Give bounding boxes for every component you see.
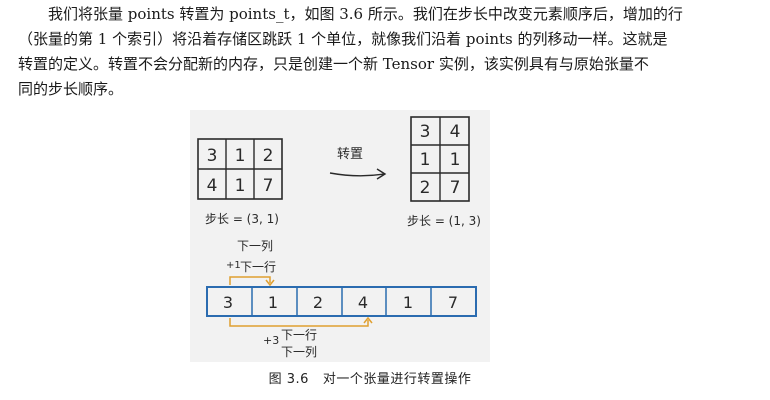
top-jump-line-1: 下一列 xyxy=(237,239,273,253)
storage-cell: 7 xyxy=(448,293,458,312)
original-stride-label: 步长 = (3, 1) xyxy=(205,212,279,226)
figure-caption: 图 3.6 对一个张量进行转置操作 xyxy=(220,368,520,387)
transpose-label: 转置 xyxy=(337,147,363,162)
original-matrix: 3 1 2 4 1 7 xyxy=(197,138,283,200)
transpose-arrow-line xyxy=(329,172,385,177)
original-cell: 1 xyxy=(235,176,246,196)
caption-text: 对一个张量进行转置操作 xyxy=(322,372,472,387)
top-jump-line-2: 下一行 xyxy=(240,260,276,274)
original-cell: 2 xyxy=(263,146,274,166)
top-jump-annotation: 下一列 +1 下一行 xyxy=(226,239,276,287)
storage-cell: 1 xyxy=(268,293,278,312)
top-jump-arrow xyxy=(229,276,271,285)
storage-strip: 3 1 2 4 1 7 xyxy=(206,286,477,317)
transpose-arrow: 转置 xyxy=(329,147,387,180)
bottom-jump-line-2: 下一列 xyxy=(281,345,317,359)
original-cell: 3 xyxy=(207,146,218,166)
storage-cell: 1 xyxy=(403,293,413,312)
original-cell: 7 xyxy=(263,176,274,196)
transposed-cell: 4 xyxy=(450,122,461,142)
transposed-cell: 7 xyxy=(450,178,461,198)
transposed-cell: 1 xyxy=(450,150,461,170)
transpose-figure: 3 1 2 4 1 7 步长 = (3, 1) 转置 3 4 1 1 2 7 步… xyxy=(0,0,770,400)
original-cell: 1 xyxy=(235,146,246,166)
transposed-matrix: 3 4 1 1 2 7 xyxy=(410,116,470,202)
bottom-jump-line-1: 下一行 xyxy=(281,328,317,342)
bottom-jump-annotation: +3 下一行 下一列 xyxy=(229,316,373,359)
storage-cell: 3 xyxy=(223,293,233,312)
transposed-cell: 2 xyxy=(420,178,431,198)
transposed-stride-label: 步长 = (1, 3) xyxy=(407,214,481,228)
bottom-jump-arrow xyxy=(229,318,369,327)
transpose-diagram: 3 1 2 4 1 7 步长 = (3, 1) 转置 3 4 1 1 2 7 步… xyxy=(197,116,481,359)
caption-number: 图 3.6 xyxy=(268,372,309,387)
storage-cell: 2 xyxy=(313,293,323,312)
bottom-jump-step: +3 xyxy=(263,334,279,347)
transposed-cell: 1 xyxy=(420,150,431,170)
transposed-cell: 3 xyxy=(420,122,431,142)
storage-cell: 4 xyxy=(358,293,368,312)
top-jump-step: +1 xyxy=(226,260,241,271)
original-cell: 4 xyxy=(207,176,218,196)
